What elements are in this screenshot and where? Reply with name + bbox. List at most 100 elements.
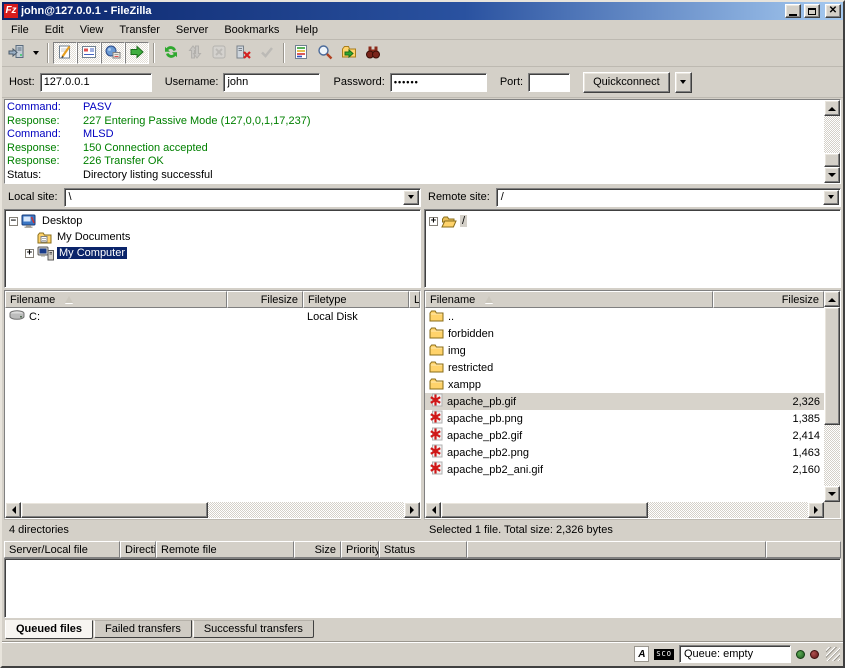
file-row[interactable]: C:Local Disk — [5, 308, 420, 325]
password-input[interactable] — [390, 73, 487, 92]
scroll-right-button[interactable] — [808, 502, 824, 518]
quickconnect-button[interactable]: Quickconnect — [583, 72, 670, 93]
remote-tree-item[interactable]: +/ — [425, 213, 840, 229]
file-row[interactable]: img — [425, 342, 824, 359]
column-header-label: L — [414, 294, 420, 306]
toggle-local-tree-button[interactable] — [77, 42, 101, 64]
remote-site-bar: Remote site: / — [424, 186, 841, 208]
menu-view[interactable]: View — [72, 21, 112, 39]
file-search-button[interactable] — [313, 42, 337, 64]
disconnect-button[interactable] — [231, 42, 255, 64]
local-list-body: C:Local Disk — [5, 308, 420, 502]
close-button[interactable]: ✕ — [825, 4, 841, 18]
filter-button[interactable] — [289, 42, 313, 64]
transfer-queue-list[interactable] — [4, 558, 841, 618]
log-scrollbar[interactable] — [824, 100, 840, 183]
queue-column-priority[interactable]: Priority — [341, 541, 379, 558]
port-input[interactable] — [528, 73, 570, 92]
desktop-icon — [21, 214, 37, 229]
file-row[interactable]: apache_pb.gif2,326 — [425, 393, 824, 410]
collapse-icon[interactable]: − — [9, 217, 18, 226]
remote-vscrollbar[interactable] — [824, 291, 840, 518]
log-line-label: Status: — [7, 169, 83, 183]
local-hscroll-thumb[interactable] — [21, 502, 208, 518]
minimize-button[interactable] — [785, 4, 801, 18]
log-line: Response:227 Entering Passive Mode (127,… — [7, 115, 824, 129]
remote-site-dropdown-button[interactable] — [823, 190, 839, 205]
image-file-icon — [429, 393, 443, 410]
host-input[interactable] — [40, 73, 152, 92]
column-header-filesize[interactable]: Filesize — [713, 291, 824, 308]
synchronized-browsing-button[interactable] — [337, 42, 361, 64]
cancel-operation-button[interactable] — [207, 42, 231, 64]
toggle-remote-tree-button[interactable] — [101, 42, 125, 64]
menu-help[interactable]: Help — [287, 21, 326, 39]
remote-vscroll-thumb[interactable] — [824, 307, 840, 425]
file-row[interactable]: apache_pb2_ani.gif2,160 — [425, 461, 824, 478]
username-input[interactable] — [223, 73, 320, 92]
column-header-filename[interactable]: Filename — [425, 291, 713, 308]
file-row[interactable]: xampp — [425, 376, 824, 393]
remote-hscrollbar[interactable] — [425, 502, 824, 518]
queue-column-status[interactable]: Status — [379, 541, 467, 558]
column-header-filesize[interactable]: Filesize — [227, 291, 303, 308]
column-header-l[interactable]: L — [409, 291, 420, 308]
column-header-filename[interactable]: Filename — [5, 291, 227, 308]
toggle-transfer-queue-button[interactable] — [125, 42, 149, 64]
scroll-down-button[interactable] — [824, 167, 840, 183]
local-tree-item[interactable]: +My Computer — [5, 245, 420, 261]
queue-column-directi[interactable]: Directi... — [120, 541, 156, 558]
local-site-combo[interactable]: \ — [64, 188, 421, 207]
scroll-down-button[interactable] — [824, 486, 840, 502]
scroll-up-button[interactable] — [824, 291, 840, 307]
menu-bookmarks[interactable]: Bookmarks — [216, 21, 287, 39]
resize-grip[interactable] — [826, 647, 840, 661]
file-row[interactable]: apache_pb2.gif2,414 — [425, 427, 824, 444]
synchronize-button[interactable] — [183, 42, 207, 64]
maximize-button[interactable] — [804, 4, 820, 18]
remote-vscroll-track[interactable] — [824, 307, 840, 486]
file-row[interactable]: apache_pb.png1,385 — [425, 410, 824, 427]
file-row[interactable]: apache_pb2.png1,463 — [425, 444, 824, 461]
log-scroll-thumb[interactable] — [824, 153, 840, 167]
file-row[interactable]: restricted — [425, 359, 824, 376]
expand-icon[interactable]: + — [25, 249, 34, 258]
menu-transfer[interactable]: Transfer — [111, 21, 168, 39]
column-header-filetype[interactable]: Filetype — [303, 291, 409, 308]
menu-file[interactable]: File — [3, 21, 37, 39]
title-bar[interactable]: Fz john@127.0.0.1 - FileZilla ✕ — [2, 2, 843, 20]
expand-icon[interactable]: + — [429, 217, 438, 226]
toggle-message-log-button[interactable] — [53, 42, 77, 64]
remote-pane: Remote site: / +/ FilenameFilesize ..for… — [424, 186, 841, 539]
refresh-button[interactable] — [159, 42, 183, 64]
queue-column-remotefile[interactable]: Remote file — [156, 541, 294, 558]
local-hscrollbar[interactable] — [5, 502, 420, 518]
scroll-left-button[interactable] — [425, 502, 441, 518]
log-line: Status:Directory listing successful — [7, 169, 824, 183]
menu-edit[interactable]: Edit — [37, 21, 72, 39]
file-row[interactable]: .. — [425, 308, 824, 325]
log-scroll-track[interactable] — [824, 116, 840, 167]
check-button[interactable] — [255, 42, 279, 64]
remote-site-combo[interactable]: / — [496, 188, 841, 207]
queue-column-serverlocalfile[interactable]: Server/Local file — [4, 541, 120, 558]
local-site-dropdown-button[interactable] — [403, 190, 419, 205]
tab-queued-files[interactable]: Queued files — [5, 620, 93, 639]
site-manager-button[interactable] — [5, 42, 29, 64]
tab-successful-transfers[interactable]: Successful transfers — [193, 620, 314, 638]
site-manager-dropdown-button[interactable] — [29, 42, 43, 64]
menu-server[interactable]: Server — [168, 21, 216, 39]
queue-column-size[interactable]: Size — [294, 541, 341, 558]
remote-hscroll-thumb[interactable] — [441, 502, 648, 518]
scroll-right-button[interactable] — [404, 502, 420, 518]
directory-comparison-button[interactable] — [361, 42, 385, 64]
scroll-up-button[interactable] — [824, 100, 840, 116]
file-row[interactable]: forbidden — [425, 325, 824, 342]
quickconnect-dropdown-button[interactable] — [675, 72, 692, 93]
tab-failed-transfers[interactable]: Failed transfers — [94, 620, 192, 638]
file-search-icon — [317, 44, 333, 63]
local-tree-item[interactable]: My Documents — [5, 229, 420, 245]
scroll-left-button[interactable] — [5, 502, 21, 518]
chevron-down-icon — [408, 195, 414, 202]
local-tree-item[interactable]: −Desktop — [5, 213, 420, 229]
